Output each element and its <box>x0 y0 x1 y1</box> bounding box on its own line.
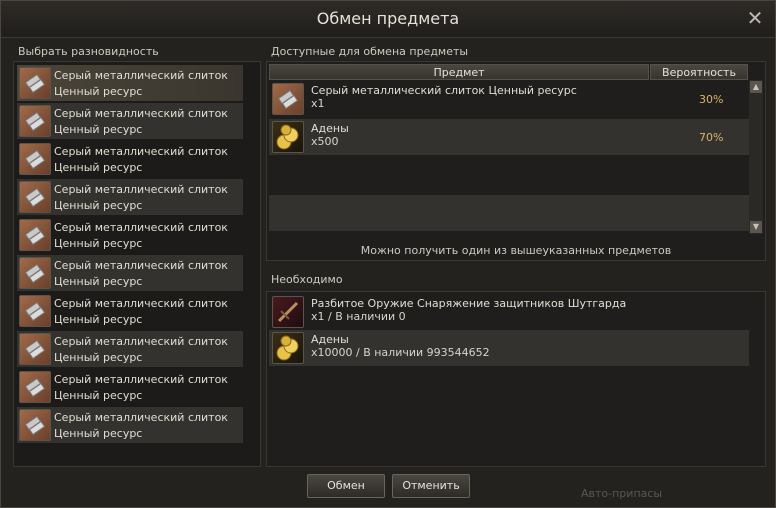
variant-item[interactable]: Серый металлический слиток Ценный ресурс <box>17 331 243 367</box>
variant-line2: Ценный ресурс <box>54 237 143 250</box>
variant-item[interactable]: Серый металлический слиток Ценный ресурс <box>17 217 243 253</box>
scroll-up-icon[interactable]: ▲ <box>750 81 762 93</box>
adena-icon <box>272 121 304 153</box>
required-row: Разбитое Оружие Снаряжение защитников Шу… <box>269 294 763 330</box>
available-items-panel: Предмет Вероятность Серый металлический … <box>266 61 766 261</box>
adena-icon <box>272 332 304 364</box>
variant-line2: Ценный ресурс <box>54 313 143 326</box>
variant-name: Серый металлический слиток Ценный ресурс <box>54 410 228 442</box>
variant-name: Серый металлический слиток Ценный ресурс <box>54 68 228 100</box>
column-header-item: Предмет <box>269 64 649 80</box>
ingot-icon <box>19 371 51 403</box>
variant-name: Серый металлический слиток Ценный ресурс <box>54 372 228 404</box>
variant-line1: Серый металлический слиток <box>54 107 228 120</box>
empty-row <box>269 195 749 231</box>
broken-weapon-icon <box>272 296 304 328</box>
variant-line1: Серый металлический слиток <box>54 145 228 158</box>
required-section-label: Необходимо <box>271 273 343 286</box>
item-name: Адены <box>311 122 349 135</box>
variant-item[interactable]: Серый металлический слиток Ценный ресурс <box>17 369 243 405</box>
variant-line2: Ценный ресурс <box>54 389 143 402</box>
scroll-down-icon[interactable]: ▼ <box>750 221 762 233</box>
required-row: Адены x10000 / В наличии 993544652 <box>269 330 749 366</box>
variant-item[interactable]: Серый металлический слиток Ценный ресурс <box>17 141 243 177</box>
item-name: Серый металлический слиток Ценный ресурс <box>311 84 577 97</box>
variant-name: Серый металлический слиток Ценный ресурс <box>54 144 228 176</box>
variant-list: Серый металлический слиток Ценный ресурс С… <box>13 61 261 467</box>
ingot-icon <box>19 105 51 137</box>
variant-name: Серый металлический слиток Ценный ресурс <box>54 296 228 328</box>
variant-line2: Ценный ресурс <box>54 85 143 98</box>
window-title: Обмен предмета <box>316 9 460 28</box>
exchange-window: Обмен предмета ✕ Выбрать разновидность С… <box>0 0 776 508</box>
variant-item[interactable]: Серый металлический слиток Ценный ресурс <box>17 103 243 139</box>
available-row[interactable]: Серый металлический слиток Ценный ресурс… <box>269 81 749 117</box>
variant-item[interactable]: Серый металлический слиток Ценный ресурс <box>17 179 243 215</box>
available-row[interactable]: Адены x500 70% <box>269 119 749 155</box>
variant-item[interactable]: Серый металлический слиток Ценный ресурс <box>17 293 243 329</box>
variant-name: Серый металлический слиток Ценный ресурс <box>54 106 228 138</box>
ingot-icon <box>19 295 51 327</box>
available-section-label: Доступные для обмена предметы <box>271 45 469 58</box>
variant-line1: Серый металлический слиток <box>54 69 228 82</box>
item-probability: 70% <box>699 131 724 144</box>
ingot-icon <box>19 333 51 365</box>
variant-section-label: Выбрать разновидность <box>18 45 159 58</box>
variant-line2: Ценный ресурс <box>54 275 143 288</box>
variant-name: Серый металлический слиток Ценный ресурс <box>54 220 228 252</box>
titlebar: Обмен предмета ✕ <box>1 1 775 38</box>
ingot-icon <box>19 181 51 213</box>
variant-line2: Ценный ресурс <box>54 123 143 136</box>
variant-name: Серый металлический слиток Ценный ресурс <box>54 334 228 366</box>
ingot-icon <box>19 257 51 289</box>
close-icon[interactable]: ✕ <box>745 8 765 28</box>
ingot-icon <box>19 219 51 251</box>
variant-item[interactable]: Серый металлический слиток Ценный ресурс <box>17 65 243 101</box>
item-quantity: x1 <box>311 97 325 110</box>
variant-line1: Серый металлический слиток <box>54 335 228 348</box>
variant-line2: Ценный ресурс <box>54 427 143 440</box>
variant-line1: Серый металлический слиток <box>54 373 228 386</box>
item-name: Адены <box>311 333 349 346</box>
auto-supplies-label: Авто-припасы <box>581 487 663 500</box>
variant-line2: Ценный ресурс <box>54 351 143 364</box>
variant-item[interactable]: Серый металлический слиток Ценный ресурс <box>17 407 243 443</box>
variant-line2: Ценный ресурс <box>54 199 143 212</box>
exchange-button[interactable]: Обмен <box>307 474 385 498</box>
variant-line1: Серый металлический слиток <box>54 259 228 272</box>
ingot-icon <box>19 67 51 99</box>
variant-line1: Серый металлический слиток <box>54 297 228 310</box>
variant-line1: Серый металлический слиток <box>54 183 228 196</box>
cancel-button[interactable]: Отменить <box>392 474 470 498</box>
ingot-icon <box>272 83 304 115</box>
item-quantity: x1 / В наличии 0 <box>311 310 406 323</box>
ingot-icon <box>19 143 51 175</box>
item-name: Разбитое Оружие Снаряжение защитников Шу… <box>311 297 627 310</box>
item-quantity: x500 <box>311 135 339 148</box>
variant-line1: Серый металлический слиток <box>54 411 228 424</box>
column-header-probability: Вероятность <box>650 64 748 80</box>
item-quantity: x10000 / В наличии 993544652 <box>311 346 490 359</box>
required-items-panel: Разбитое Оружие Снаряжение защитников Шу… <box>266 291 766 467</box>
variant-line1: Серый металлический слиток <box>54 221 228 234</box>
variant-line2: Ценный ресурс <box>54 161 143 174</box>
item-probability: 30% <box>699 93 724 106</box>
variant-item[interactable]: Серый металлический слиток Ценный ресурс <box>17 255 243 291</box>
ingot-icon <box>19 409 51 441</box>
variant-name: Серый металлический слиток Ценный ресурс <box>54 258 228 290</box>
exchange-note: Можно получить один из вышеуказанных пре… <box>360 244 672 257</box>
scrollbar[interactable]: ▲ ▼ <box>749 80 763 234</box>
variant-name: Серый металлический слиток Ценный ресурс <box>54 182 228 214</box>
